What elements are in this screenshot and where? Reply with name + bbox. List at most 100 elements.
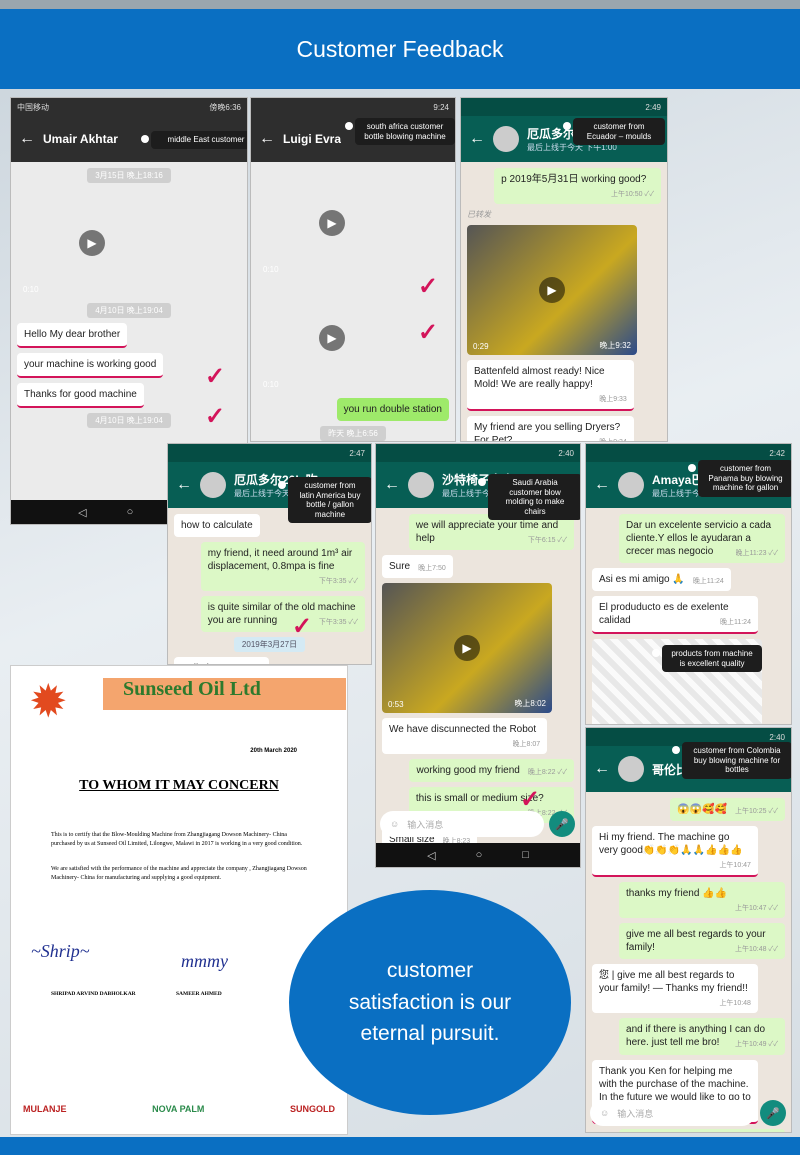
status-bar: 2:49 [461, 98, 667, 116]
message-text: We have discunnected the Robot [389, 724, 537, 736]
date-separator: 昨天 晚上6:56 [320, 426, 386, 441]
message-text: working good my friend [416, 765, 520, 777]
status-bar: 9:24 [251, 98, 455, 116]
emoji-icon[interactable]: ☺ [600, 1108, 609, 1118]
video-duration: 0:10 [263, 265, 279, 274]
home-nav-icon[interactable]: ○ [127, 506, 134, 518]
message-time: 晚上11:23 ✓✓ [735, 550, 778, 557]
video-message[interactable]: ▶ 0:10 [257, 283, 407, 393]
status-time: 2:40 [558, 448, 574, 458]
annotation-callout: products from machine is excellent quali… [652, 645, 762, 673]
contact-avatar[interactable] [618, 756, 644, 782]
brand: NOVA PALM [152, 1104, 205, 1114]
contact-info[interactable]: Luigi Evra [283, 132, 341, 146]
status-time: 2:47 [349, 448, 365, 458]
home-nav-icon[interactable]: ○ [476, 849, 483, 861]
page-header: Customer Feedback [0, 9, 800, 89]
signature-2: mmmy [181, 951, 228, 971]
sent-message: p 2019年5月31日 working good? 上午10:50 ✓✓ [494, 168, 661, 205]
letter-paragraph-1: This is to certify that the Blow-Mouldin… [51, 832, 303, 847]
message-list: ▶ 0:10 ▶ 0:10 you run double station 昨天 晚上6:5… [251, 162, 455, 441]
annotation-callout: customer from Ecuador – moulds [563, 118, 665, 146]
message-list: 😱😱🥰🥰 上午10:25 ✓✓ Hi my friend. The machine … [586, 792, 791, 1132]
letter-date: 20th March 2020 [250, 748, 297, 754]
back-nav-icon[interactable]: ◁ [427, 849, 435, 862]
sent-message: 😱😱🥰🥰 上午10:25 ✓✓ [670, 798, 785, 822]
status-time: 2:42 [769, 448, 785, 458]
status-time: 2:49 [645, 102, 661, 112]
play-icon[interactable]: ▶ [454, 635, 480, 662]
brand-logos: MULANJE NOVA PALM SUNGOLD [23, 1104, 335, 1114]
date-separator: 4月10日 晚上19:04 [87, 413, 171, 428]
message-time: 晚上9:32 [599, 341, 631, 351]
contact-info[interactable]: Umair Akhtar [43, 132, 118, 146]
message-time: 上午10:25 ✓✓ [734, 808, 778, 815]
recents-nav-icon[interactable]: □ [522, 849, 529, 861]
received-message: We have discunnected the Robot 晚上8:07 [382, 718, 548, 755]
chat-panel-p7: 2:40←哥伦比亚petg客户customer from Colombia bu… [585, 727, 792, 1133]
company-name: Sunseed Oil Ltd [123, 678, 261, 700]
emoji-icon[interactable]: ☺ [390, 819, 399, 829]
video-message[interactable]: ▶ 0:10 [257, 168, 407, 278]
play-icon[interactable]: ▶ [79, 230, 105, 256]
video-duration: 0:10 [23, 285, 39, 294]
chat-panel-p4: 2:47 ← 厄瓜多尔20L 吹... 最后上线于今天 下午2:43 customer … [167, 443, 372, 665]
received-message: Sure 晚上7:50 [382, 555, 453, 579]
message-time: 晚上11:24 [692, 578, 724, 586]
message-time: 晚上8:02 [514, 699, 546, 709]
message-text: El produducto es de exelente calidad [599, 602, 729, 627]
mic-icon[interactable]: 🎤 [760, 1100, 786, 1126]
contact-name: Umair Akhtar [43, 132, 118, 146]
play-icon[interactable]: ▶ [539, 277, 565, 304]
checkmark-annotation-icon: ✓ [418, 273, 439, 300]
message-list: p 2019年5月31日 working good? 上午10:50 ✓✓ 已转发 ▶… [461, 162, 667, 441]
sent-message: is quite similar of the old machine you … [200, 596, 365, 633]
contact-avatar[interactable] [618, 472, 644, 498]
play-icon[interactable]: ▶ [319, 325, 345, 351]
date-separator: 3月15日 晚上18:16 [87, 168, 171, 183]
sent-message: ok my friend. you are always welcome 🙏🙏上… [619, 1128, 785, 1132]
message-text: Hi my friend. The machine go very good👏👏… [599, 832, 743, 857]
checkmark-annotation-icon: ✓ [520, 786, 541, 813]
received-message: My friend are you selling Dryers? For Pe… [467, 416, 634, 441]
received-message: Hello ken凌晨12:21 [174, 657, 270, 664]
annotation-callout: customer from latin America buy bottle /… [278, 477, 371, 524]
back-arrow-icon[interactable]: ← [384, 476, 400, 494]
message-input[interactable]: ☺ 输入消息 [380, 811, 544, 837]
received-message: your machine is working good [17, 353, 164, 378]
back-arrow-icon[interactable]: ← [259, 130, 275, 148]
received-message: Asi es mi amigo 🙏 晚上11:24 [592, 568, 731, 592]
video-message[interactable]: ▶ 0:53 晚上8:02 [382, 583, 552, 714]
image-message[interactable]: products from machine is excellent quali… [592, 639, 762, 724]
contact-name: Luigi Evra [283, 132, 342, 146]
mic-icon[interactable]: 🎤 [549, 811, 575, 837]
video-message[interactable]: ▶ 0:10 [17, 188, 167, 298]
back-arrow-icon[interactable]: ← [594, 760, 610, 778]
sun-logo-icon: ✹ [29, 675, 68, 727]
sent-message: my friend, it need around 1m³ air displa… [200, 542, 365, 592]
contact-avatar[interactable] [408, 472, 434, 498]
play-icon[interactable]: ▶ [319, 210, 345, 236]
chat-panel-p6: 2:42←Amaya巴拿马客户最后上线于今天 中午12:47customer f… [585, 443, 792, 725]
contact-avatar[interactable] [200, 472, 226, 498]
message-text: thanks my friend 👍👍 [626, 888, 728, 900]
video-duration: 0:10 [263, 380, 279, 389]
signer-2: SAMEER AHMED [176, 991, 222, 997]
received-message: Thanks for good machine [17, 383, 144, 408]
message-time: 上午10:49 ✓✓ [734, 1041, 778, 1049]
back-nav-icon[interactable]: ◁ [78, 506, 86, 519]
back-arrow-icon[interactable]: ← [469, 130, 485, 148]
bottom-bar [0, 1137, 800, 1155]
message-input[interactable]: ☺ 输入消息 [590, 1100, 755, 1126]
back-arrow-icon[interactable]: ← [19, 130, 35, 148]
back-arrow-icon[interactable]: ← [594, 476, 610, 494]
back-arrow-icon[interactable]: ← [176, 476, 192, 494]
carrier: 中国移动 [17, 102, 49, 112]
message-time: 下午3:35 ✓✓ [318, 578, 358, 585]
contact-avatar[interactable] [493, 126, 519, 152]
sent-message: and if there is anything I can do here. … [619, 1018, 785, 1055]
status-bar: 2:40 [376, 444, 580, 462]
video-message[interactable]: ▶ 0:29 晚上9:32 [467, 225, 637, 356]
annotation-callout: customer from Colombia buy blowing machi… [672, 742, 791, 779]
message-list: how to calculate my friend, it need aroun… [168, 508, 371, 664]
